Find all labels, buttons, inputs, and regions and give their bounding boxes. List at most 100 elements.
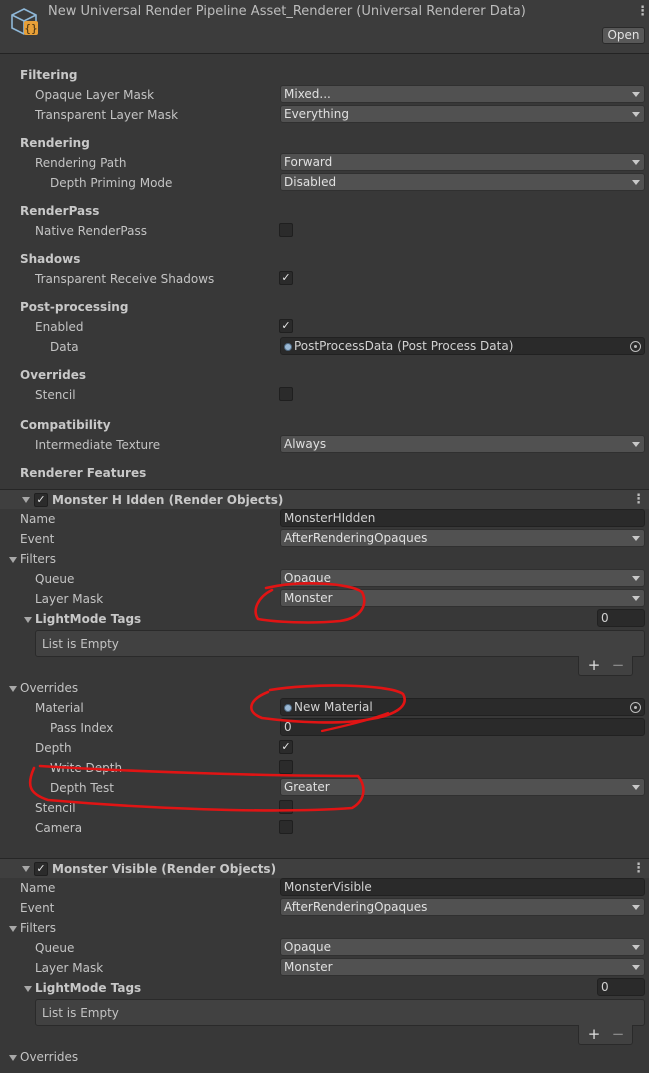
lightmode-tags-count[interactable]: 0 (597, 978, 645, 996)
material-field[interactable]: New Material (280, 698, 645, 716)
overrides-foldout-label[interactable]: Overrides (20, 1048, 78, 1066)
renderpass-heading: RenderPass (20, 204, 100, 218)
write-depth-label: Write Depth (50, 761, 123, 775)
event-dropdown[interactable]: AfterRenderingOpaques (280, 529, 645, 547)
foldout-arrow-icon[interactable] (24, 986, 32, 992)
depth-priming-mode-dropdown[interactable]: Disabled (280, 173, 645, 191)
name-field[interactable]: MonsterHIdden (280, 509, 645, 527)
rendering-path-dropdown[interactable]: Forward (280, 153, 645, 171)
minus-icon[interactable]: − (611, 1027, 625, 1042)
event-label: Event (20, 901, 55, 915)
object-picker-icon[interactable] (630, 702, 641, 713)
post-processing-data-field[interactable]: PostProcessData (Post Process Data) (280, 337, 645, 355)
event-label: Event (20, 532, 55, 546)
feature-enabled-checkbox[interactable]: ✓ (34, 493, 48, 507)
lightmode-tags-label[interactable]: LightMode Tags (35, 979, 141, 997)
depth-test-dropdown[interactable]: Greater (280, 778, 645, 796)
inspector-title: New Universal Render Pipeline Asset_Rend… (48, 4, 526, 19)
camera-checkbox[interactable] (279, 820, 293, 834)
list-empty-text: List is Empty (42, 1006, 119, 1020)
list-empty-text: List is Empty (42, 637, 119, 651)
event-dropdown[interactable]: AfterRenderingOpaques (280, 898, 645, 916)
layer-mask-dropdown[interactable]: Monster (280, 958, 645, 976)
feature-title: Monster H Idden (Render Objects) (52, 493, 284, 507)
queue-dropdown[interactable]: Opaque (280, 938, 645, 956)
feature-header-monster-visible[interactable]: ✓ Monster Visible (Render Objects) ⋮ (0, 858, 649, 878)
material-value: New Material (294, 700, 373, 714)
list-footer: + − (578, 1025, 633, 1045)
foldout-arrow-icon[interactable] (9, 926, 17, 932)
foldout-arrow-icon[interactable] (22, 497, 30, 503)
intermediate-texture-dropdown[interactable]: Always (280, 435, 645, 453)
compatibility-heading: Compatibility (20, 418, 111, 432)
kebab-menu-icon[interactable]: ⋮ (632, 493, 645, 507)
lightmode-tags-count[interactable]: 0 (597, 609, 645, 627)
minus-icon[interactable]: − (611, 658, 625, 673)
kebab-menu-icon[interactable]: ⋮ (632, 862, 645, 876)
plus-icon[interactable]: + (587, 658, 601, 673)
plus-icon[interactable]: + (587, 1027, 601, 1042)
foldout-arrow-icon[interactable] (22, 866, 30, 872)
kebab-menu-icon[interactable]: ⋮ (636, 5, 649, 19)
depth-label: Depth (35, 741, 72, 755)
filters-foldout-label[interactable]: Filters (20, 919, 56, 937)
opaque-layer-mask-dropdown[interactable]: Mixed... (280, 85, 645, 103)
asset-icon (284, 343, 292, 351)
chevron-down-icon (632, 442, 640, 447)
foldout-arrow-icon[interactable] (9, 1055, 17, 1061)
chevron-down-icon (632, 945, 640, 950)
overrides-heading: Overrides (20, 368, 86, 382)
name-field[interactable]: MonsterVisible (280, 878, 645, 896)
inspector-header: {} New Universal Render Pipeline Asset_R… (0, 0, 649, 54)
depth-test-label: Depth Test (50, 781, 114, 795)
pass-index-field[interactable]: 0 (280, 718, 645, 736)
chevron-down-icon (632, 596, 640, 601)
feature-stencil-label: Stencil (35, 801, 76, 815)
transparent-layer-mask-dropdown[interactable]: Everything (280, 105, 645, 123)
post-processing-enabled-checkbox[interactable]: ✓ (279, 319, 293, 333)
foldout-arrow-icon[interactable] (9, 686, 17, 692)
checkmark-icon: ✓ (281, 271, 291, 284)
depth-priming-mode-label: Depth Priming Mode (50, 176, 173, 190)
transparent-receive-shadows-checkbox[interactable]: ✓ (279, 271, 293, 285)
queue-dropdown[interactable]: Opaque (280, 569, 645, 587)
stencil-checkbox[interactable] (279, 387, 293, 401)
lightmode-tags-label[interactable]: LightMode Tags (35, 610, 141, 628)
event-value: AfterRenderingOpaques (284, 900, 428, 914)
layer-mask-dropdown[interactable]: Monster (280, 589, 645, 607)
feature-stencil-checkbox[interactable] (279, 800, 293, 814)
chevron-down-icon (632, 576, 640, 581)
overrides-foldout-label[interactable]: Overrides (20, 679, 78, 697)
name-label: Name (20, 512, 56, 526)
feature-enabled-checkbox[interactable]: ✓ (34, 862, 48, 876)
layer-mask-value: Monster (284, 591, 333, 605)
open-button[interactable]: Open (602, 27, 645, 44)
chevron-down-icon (632, 160, 640, 165)
stencil-label: Stencil (35, 388, 76, 402)
queue-label: Queue (35, 941, 75, 955)
material-icon (284, 704, 292, 712)
depth-priming-mode-value: Disabled (284, 175, 337, 189)
feature-header-monster-hidden[interactable]: ✓ Monster H Idden (Render Objects) ⋮ (0, 489, 649, 509)
checkmark-icon: ✓ (36, 862, 46, 875)
checkmark-icon: ✓ (281, 740, 291, 753)
chevron-down-icon (632, 112, 640, 117)
opaque-layer-mask-value: Mixed... (284, 87, 331, 101)
foldout-arrow-icon[interactable] (9, 557, 17, 563)
svg-text:{}: {} (24, 22, 37, 35)
filters-foldout-label[interactable]: Filters (20, 550, 56, 568)
name-label: Name (20, 881, 56, 895)
depth-test-value: Greater (284, 780, 330, 794)
depth-checkbox[interactable]: ✓ (279, 740, 293, 754)
chevron-down-icon (632, 965, 640, 970)
checkmark-icon: ✓ (36, 493, 46, 506)
layer-mask-label: Layer Mask (35, 961, 104, 975)
foldout-arrow-icon[interactable] (24, 617, 32, 623)
chevron-down-icon (632, 92, 640, 97)
filtering-heading: Filtering (20, 68, 78, 82)
write-depth-checkbox[interactable] (279, 760, 293, 774)
chevron-down-icon (632, 536, 640, 541)
event-value: AfterRenderingOpaques (284, 531, 428, 545)
native-renderpass-checkbox[interactable] (279, 223, 293, 237)
object-picker-icon[interactable] (630, 341, 641, 352)
